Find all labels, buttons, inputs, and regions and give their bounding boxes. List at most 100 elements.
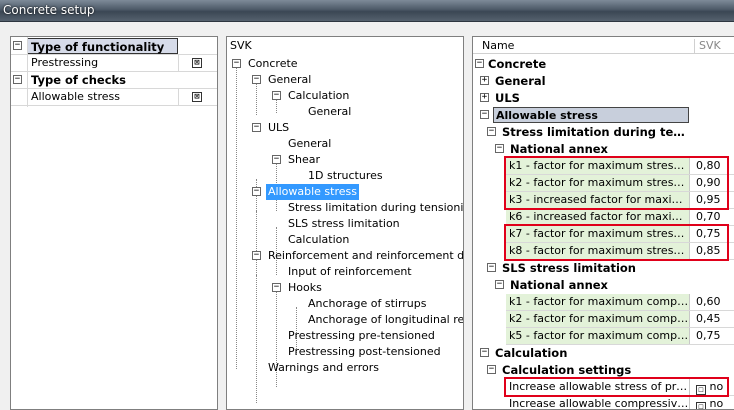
window-title-bar: Concrete setup	[0, 0, 734, 22]
category-type-of-checks[interactable]: − Type of checks	[11, 72, 217, 89]
grid-category-calculation[interactable]: − Calculation	[473, 345, 734, 362]
category-label: SLS stress limitation	[502, 261, 636, 275]
increase-compressive-checkbox[interactable]: ☐	[696, 402, 706, 409]
expand-icon[interactable]: +	[480, 76, 489, 85]
tree-node-label: Prestressing post-tensioned	[288, 345, 441, 358]
grid-divider	[27, 37, 28, 107]
property-value[interactable]: 0,70	[692, 209, 734, 225]
property-k1-sls[interactable]: k1 - factor for maximum compressive stre…	[506, 294, 734, 311]
grid-category-stress-limitation-tensioning[interactable]: − Stress limitation during tensioning	[473, 124, 734, 141]
tree-node-label: General	[308, 105, 352, 118]
tree-node-label: Anchorage of longitudinal reinforcement	[308, 313, 464, 326]
tree-line	[236, 67, 237, 369]
property-increase-allowable-compressive[interactable]: Increase allowable compressive stress ☐ …	[506, 396, 734, 410]
expand-icon[interactable]: +	[480, 93, 489, 102]
highlight-box-increase-prestress	[504, 377, 729, 397]
tree-node-label: SLS stress limitation	[288, 217, 400, 230]
tree-node-label: Warnings and errors	[268, 361, 380, 374]
column-header-value: SVK	[694, 39, 721, 54]
tree-node-label: Allowable stress	[266, 184, 359, 200]
window-title: Concrete setup	[3, 3, 95, 17]
collapse-icon[interactable]: −	[480, 348, 489, 357]
collapse-icon[interactable]: −	[495, 280, 504, 289]
property-name: k1 - factor for maximum compressive stre…	[506, 294, 690, 310]
tree-node-label: Calculation	[288, 233, 350, 246]
collapse-icon[interactable]: −	[252, 75, 261, 84]
tree-node-label: General	[268, 73, 312, 86]
category-label: Type of functionality	[27, 38, 178, 54]
collapse-icon[interactable]: −	[13, 75, 22, 84]
tree-line	[256, 83, 257, 115]
category-label: Type of checks	[27, 72, 178, 88]
tree-node-label: Input of reinforcement	[288, 265, 412, 278]
grid-header: Name SVK	[473, 37, 734, 54]
row-prestressing[interactable]: Prestressing ⊠	[11, 55, 217, 72]
collapse-icon[interactable]: −	[13, 41, 22, 50]
row-allowable-stress[interactable]: Allowable stress ⊠	[11, 89, 217, 106]
property-value[interactable]: 0,75	[692, 328, 734, 344]
row-label: Allowable stress	[27, 89, 178, 105]
tree-node-label: Shear	[288, 153, 320, 166]
collapse-icon[interactable]: −	[487, 365, 496, 374]
category-label: National annex	[510, 142, 608, 156]
grid-category-sls-stress-limitation[interactable]: − SLS stress limitation	[473, 260, 734, 277]
property-grid: Name SVK − Concrete + General + ULS − Al…	[472, 36, 734, 410]
collapse-icon[interactable]: −	[252, 187, 261, 196]
property-value-cell: ☐ no	[692, 396, 734, 410]
grid-category-concrete[interactable]: − Concrete	[473, 56, 734, 73]
category-label: National annex	[510, 278, 608, 292]
grid-category-uls[interactable]: + ULS	[473, 90, 734, 107]
grid-category-sls-national-annex[interactable]: − National annex	[473, 277, 734, 294]
property-k5-sls[interactable]: k5 - factor for maximum compressive stre…	[506, 328, 734, 345]
collapse-icon[interactable]: −	[272, 155, 281, 164]
tree-node-label: Reinforcement and reinforcement design	[268, 249, 464, 262]
collapse-icon[interactable]: −	[487, 263, 496, 272]
tree-line	[256, 275, 257, 403]
highlight-box-k7-k8	[504, 224, 729, 261]
tree-node-label: Prestressing pre-tensioned	[288, 329, 435, 342]
grid-category-general[interactable]: + General	[473, 73, 734, 90]
category-label: Stress limitation during tensioning	[502, 125, 690, 139]
collapse-icon[interactable]: −	[272, 283, 281, 292]
row-label: Prestressing	[27, 55, 178, 71]
tree-node-label: Anchorage of stirrups	[308, 297, 427, 310]
value-cell: ⊠	[178, 89, 217, 105]
category-type-of-functionality[interactable]: − Type of functionality	[11, 38, 217, 55]
collapse-icon[interactable]: −	[252, 123, 261, 132]
highlight-box-k1-k3	[504, 156, 729, 210]
tree-node-label: General	[288, 137, 332, 150]
collapse-icon[interactable]: −	[252, 251, 261, 260]
category-label: General	[495, 74, 546, 88]
collapse-icon[interactable]: −	[495, 144, 504, 153]
collapse-icon[interactable]: −	[487, 127, 496, 136]
prestressing-checkbox[interactable]: ⊠	[192, 58, 202, 68]
column-header-name: Name	[482, 39, 515, 52]
category-label: Calculation	[495, 346, 568, 360]
property-name: k2 - factor for maximum compressive stre…	[506, 311, 690, 327]
category-label: Concrete	[488, 57, 547, 71]
property-name: k6 - increased factor for maximum compre…	[506, 209, 690, 225]
collapse-icon[interactable]: −	[272, 91, 281, 100]
tree-line	[256, 211, 257, 275]
category-label: Calculation settings	[502, 363, 632, 377]
property-name: k5 - factor for maximum compressive stre…	[506, 328, 690, 344]
tree-node-label: Stress limitation during tensioning	[288, 201, 464, 214]
collapse-icon[interactable]: −	[232, 59, 241, 68]
grid-category-allowable-stress[interactable]: − Allowable stress	[473, 107, 734, 124]
property-value[interactable]: 0,45	[692, 311, 734, 327]
collapse-icon[interactable]: −	[480, 110, 489, 119]
settings-tree: SVK − Concrete − General − Calculation G…	[226, 36, 464, 410]
tree-header: SVK	[230, 39, 252, 52]
tree-node-label: Calculation	[288, 89, 350, 102]
property-value: no	[709, 397, 724, 410]
allowable-stress-checkbox[interactable]: ⊠	[192, 92, 202, 102]
tree-line	[276, 99, 277, 113]
property-k2-sls[interactable]: k2 - factor for maximum compressive stre…	[506, 311, 734, 328]
category-label: Allowable stress	[493, 107, 689, 123]
collapse-icon[interactable]: −	[475, 59, 484, 68]
tree-node-label: 1D structures	[308, 169, 383, 182]
functionality-panel: − Type of functionality Prestressing ⊠ −…	[10, 36, 218, 410]
tree-node-label: Hooks	[288, 281, 322, 294]
value-cell: ⊠	[178, 55, 217, 71]
property-value[interactable]: 0,60	[692, 294, 734, 310]
